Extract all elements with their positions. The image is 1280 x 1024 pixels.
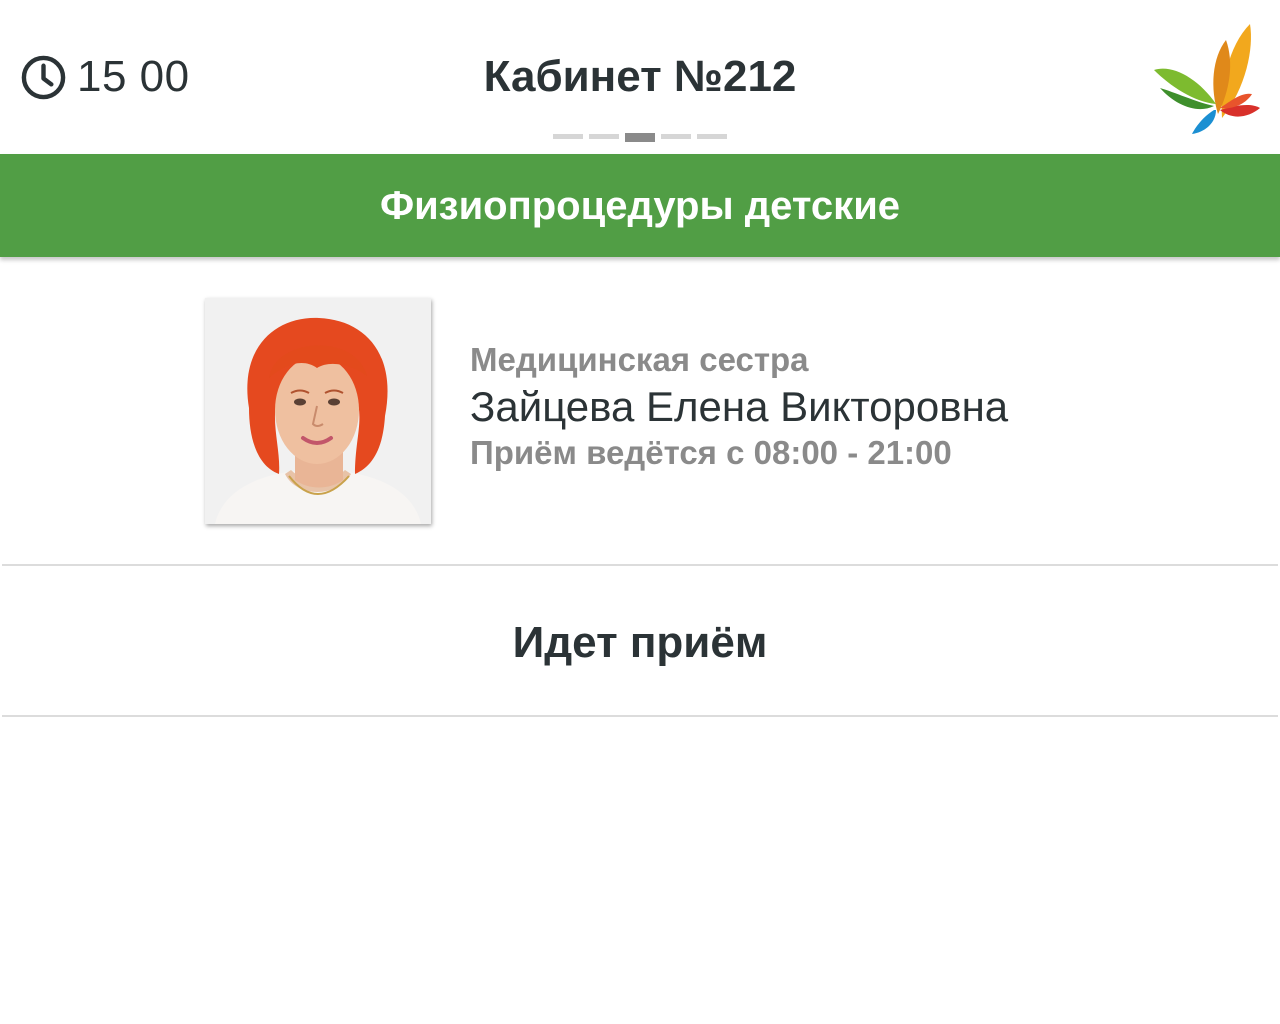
doctor-name: Зайцева Елена Викторовна	[470, 383, 1009, 430]
slide-dot	[661, 134, 691, 139]
slide-dot	[553, 134, 583, 139]
room-display-screen: 15 00 Кабинет №212 Физиопроцедуры детски…	[0, 0, 1280, 1024]
butterfly-logo-icon	[1154, 24, 1260, 134]
slide-indicator	[553, 133, 727, 142]
reception-hours: Приём ведётся с 08:00 - 21:00	[470, 434, 952, 471]
slide-dot	[589, 134, 619, 139]
divider	[2, 564, 1278, 566]
room-title: Кабинет №212	[483, 52, 797, 101]
header: 15 00 Кабинет №212	[0, 0, 1280, 154]
doctor-photo	[205, 298, 431, 524]
divider	[2, 715, 1278, 717]
department-banner: Физиопроцедуры детские	[0, 154, 1280, 257]
reception-status: Идет приём	[512, 618, 768, 667]
slide-dot-active	[625, 133, 655, 142]
doctor-info: Медицинская сестра Зайцева Елена Викторо…	[470, 340, 1250, 474]
doctor-position: Медицинская сестра	[470, 341, 809, 378]
department-title: Физиопроцедуры детские	[379, 184, 901, 228]
slide-dot	[697, 134, 727, 139]
